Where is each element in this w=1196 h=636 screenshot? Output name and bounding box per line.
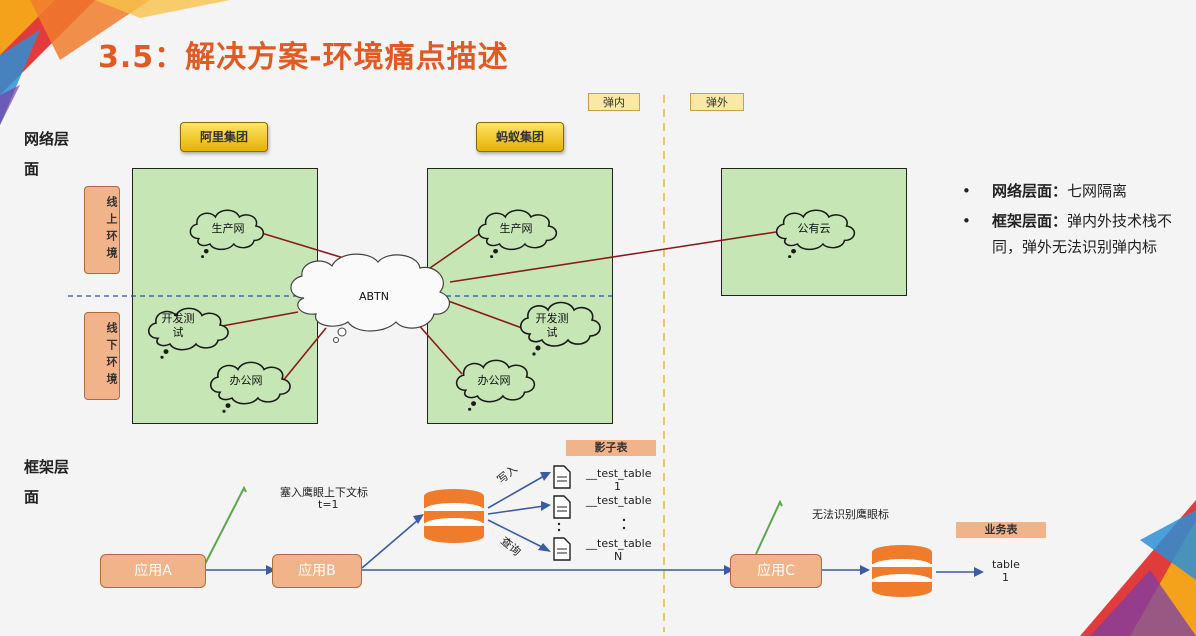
link-ali-dev [221,311,299,327]
shadow-table-1-index: 1 [614,480,621,493]
cloud-abtn-label: ABTN [358,290,390,303]
cloud-ant-office-label: 办公网 [477,374,511,387]
cloud-public-label: 公有云 [797,222,831,235]
cloud-ant-prod-label: 生产网 [499,222,533,235]
business-table-index: 1 [1002,571,1009,584]
arrow-b-db [361,519,419,569]
database-shadow [424,489,484,543]
shadow-table-n: __test_table [586,537,652,550]
bullet-list: 网络层面：七网隔离 框架层面：弹内外技术栈不同，弹外无法识别弹内标 [962,178,1192,260]
shadow-table-n-index: N [614,550,623,563]
database-business [872,545,932,597]
bullet-network: 网络层面：七网隔离 [962,178,1192,204]
arrow-db-t2 [487,505,545,515]
link-ant-prod [429,231,483,269]
context-marker-a [203,485,247,567]
app-c: 应用C [730,554,822,588]
business-table-name: table [992,558,1020,571]
shadow-table-1: __test_table [586,467,652,480]
cloud-ali-office-label: 办公网 [229,374,263,387]
arrow-db-t1 [487,475,545,509]
cloud-ant-dev-label: 开发测试 [535,312,569,339]
app-b: 应用B [272,554,362,588]
context-marker-c [755,499,783,555]
link-ant-dev [439,297,523,329]
shadow-table-label: 影子表 [566,440,656,456]
link-ali-office [281,327,327,383]
cloud-ali-dev-label: 开发测试 [161,312,195,339]
cloud-ali-prod-label: 生产网 [211,222,245,235]
context-note-2: t=1 [318,498,339,511]
business-table-label: 业务表 [956,522,1046,538]
bullet-framework: 框架层面：弹内外技术栈不同，弹外无法识别弹内标 [962,208,1192,260]
cannot-identify-note: 无法识别鹰眼标 [812,508,889,521]
link-ant-office [415,321,463,375]
app-a: 应用A [100,554,206,588]
shadow-table-2: __test_table [586,494,652,507]
